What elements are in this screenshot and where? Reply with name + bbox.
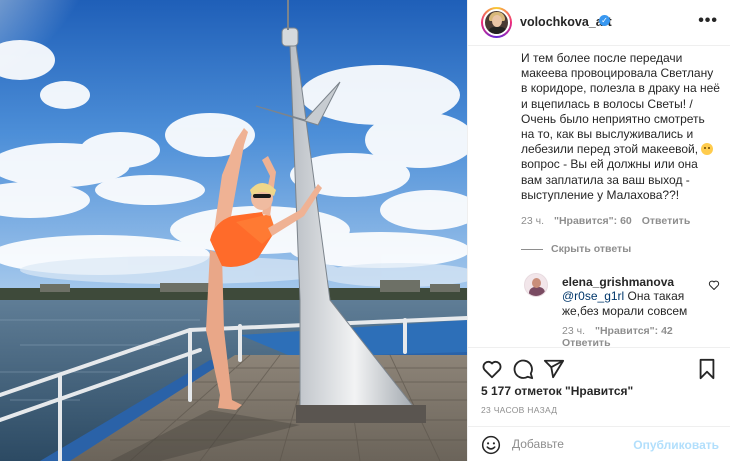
comment-icon[interactable] [512,358,534,380]
reply-like-heart-icon[interactable] [708,279,720,291]
reply-reply-button[interactable]: Ответить [562,337,611,347]
comments-list[interactable]: И тем более после передачи макеева прово… [468,47,730,347]
bookmark-icon[interactable] [696,358,718,380]
publish-button[interactable]: Опубликовать [633,438,719,452]
comment-text: И тем более после передачи макеева прово… [521,51,720,202]
post-sidebar: volochkova_art ✓ ••• И тем более после п… [467,0,730,461]
reply-meta: 23 ч. "Нравится": 42 [562,325,673,337]
verified-icon: ✓ [599,15,610,26]
post-timestamp: 23 ЧАСОВ НАЗАД [481,405,558,415]
more-icon[interactable]: ••• [698,12,718,30]
post-actions: 5 177 отметок "Нравится" 23 ЧАСОВ НАЗАД … [468,347,730,461]
reply-mention[interactable]: @r0se_g1rl [562,289,624,303]
author-username[interactable]: volochkova_art [520,15,612,29]
reply-text: @r0se_g1rl Она такая же,без морали совсе… [562,289,688,318]
likes-count[interactable]: 5 177 отметок "Нравится" [481,384,633,398]
add-comment-bar: Опубликовать [468,426,730,461]
post-header: volochkova_art ✓ ••• [468,0,730,46]
comment-reply-button[interactable]: Ответить [642,215,691,227]
comment-meta: 23 ч. "Нравится": 60 Ответить [521,215,690,227]
instagram-post-view: volochkova_art ✓ ••• И тем более после п… [0,0,730,461]
author-avatar[interactable] [481,7,512,38]
confused-emoji-icon [701,143,714,156]
reply-username[interactable]: elena_grishmanova [562,275,674,289]
heart-icon[interactable] [481,358,503,380]
post-photo[interactable] [0,0,467,461]
smile-icon[interactable] [481,435,501,455]
reply-avatar[interactable] [524,273,548,297]
photo-image [0,0,467,461]
comment-age: 23 ч. [521,215,544,227]
reply-likes[interactable]: "Нравится": 42 [595,325,673,337]
reply-age: 23 ч. [562,325,585,337]
share-icon[interactable] [543,358,565,380]
add-comment-input[interactable] [512,437,632,451]
comment-likes[interactable]: "Нравится": 60 [554,215,632,227]
hide-replies-button[interactable]: Скрыть ответы [521,243,631,255]
